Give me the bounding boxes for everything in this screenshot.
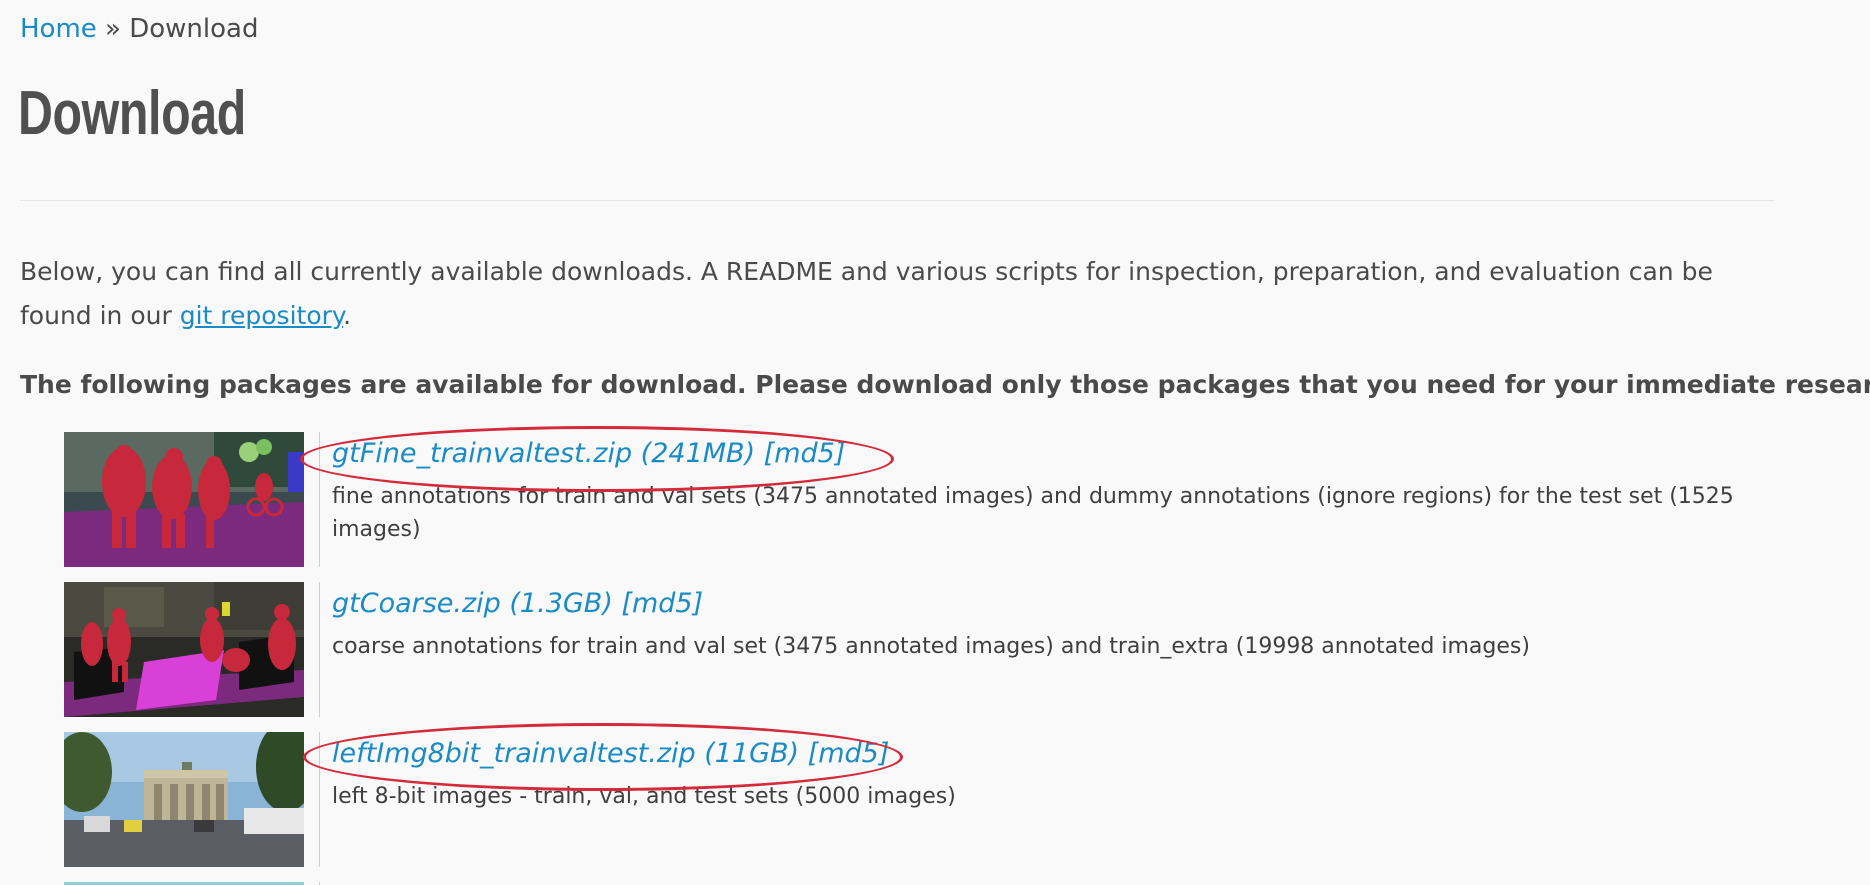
package-download-link[interactable]: gtFine_trainvaltest.zip (241MB) [md5] bbox=[332, 438, 845, 469]
package-description: left 8-bit images - train, val, and test… bbox=[332, 784, 956, 809]
package-separator bbox=[319, 582, 320, 717]
git-repository-link[interactable]: git repository bbox=[180, 301, 343, 330]
package-thumbnail bbox=[64, 432, 304, 567]
breadcrumb-home-link[interactable]: Home bbox=[20, 14, 97, 44]
intro-text-end: . bbox=[343, 301, 352, 330]
package-separator bbox=[319, 732, 320, 867]
page-title: Download bbox=[18, 79, 246, 148]
package-item: gtFine_trainvaltest.zip (241MB) [md5] fi… bbox=[64, 432, 1764, 567]
breadcrumb: Home » Download bbox=[20, 14, 258, 44]
package-description: coarse annotations for train and val set… bbox=[332, 634, 1530, 659]
package-thumbnail bbox=[64, 732, 304, 867]
breadcrumb-separator: » bbox=[105, 14, 121, 44]
package-item: gtCoarse.zip (1.3GB) [md5] coarse annota… bbox=[64, 582, 1764, 717]
breadcrumb-current: Download bbox=[129, 14, 259, 44]
package-separator bbox=[319, 432, 320, 567]
package-description: fine annotations for train and val sets … bbox=[332, 484, 1734, 542]
package-thumbnail bbox=[64, 582, 304, 717]
package-download-link[interactable]: leftImg8bit_trainvaltest.zip (11GB) [md5… bbox=[332, 738, 889, 769]
package-download-link[interactable]: gtCoarse.zip (1.3GB) [md5] bbox=[332, 588, 703, 619]
title-divider bbox=[20, 200, 1775, 201]
download-notice: The following packages are available for… bbox=[20, 370, 1870, 399]
package-item: leftImg8bit_trainvaltest.zip (11GB) [md5… bbox=[64, 732, 1764, 867]
intro-paragraph: Below, you can find all currently availa… bbox=[20, 250, 1780, 338]
